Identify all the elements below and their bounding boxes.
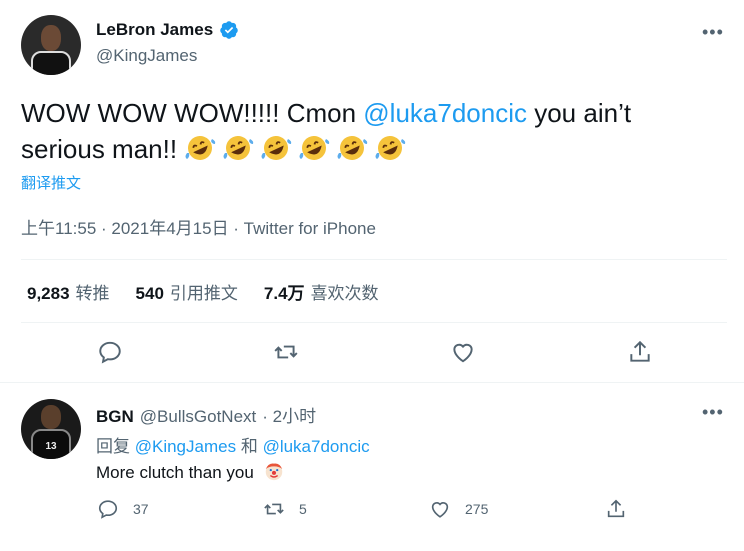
reply-handle[interactable]: @BullsGotNext [140,407,256,427]
reply-avatar-jersey: 13 [31,429,71,459]
reply-avatar[interactable]: 13 [21,399,81,459]
author-name-row: LeBron James [96,20,239,40]
tweet-text-part1: WOW WOW WOW!!!!! Cmon [21,98,364,128]
like-count: 275 [465,501,489,517]
tweet-mention-link[interactable]: @luka7doncic [363,98,527,128]
share-icon [607,499,625,518]
verified-badge-icon [220,21,238,39]
replying-to-mention-luka[interactable]: @luka7doncic [263,437,370,456]
reply-like-button[interactable]: 275 [429,498,488,520]
rolling-on-floor-laughing-icon [261,136,292,160]
retweet-icon [264,503,284,515]
share-button[interactable] [627,339,653,365]
retweet-icon [274,345,298,359]
replying-to-mention-kingjames[interactable]: @KingJames [135,437,236,456]
reply-time[interactable]: · 2小时 [262,402,316,427]
replying-to-and: 和 [240,437,258,456]
rolling-on-floor-laughing-icon [185,136,216,160]
retweet-count: 5 [299,501,307,517]
rolling-on-floor-laughing-icon [299,136,330,160]
stat-retweets[interactable]: 9,283 转推 [27,279,110,304]
reply-display-name[interactable]: BGN [96,407,134,427]
tweet-stats: 9,283 转推 540 引用推文 7.4万 喜欢次数 [27,279,405,304]
rolling-on-floor-laughing-icon [375,136,406,160]
rolling-on-floor-laughing-icon [223,136,254,160]
main-tweet: LeBron James @KingJames ••• WOW WOW WOW!… [0,0,744,384]
replying-to-prefix: 回复 [96,437,130,456]
retweet-button[interactable] [273,339,299,365]
tweet-text: WOW WOW WOW!!!!! Cmon @luka7doncic you a… [21,95,721,167]
stat-likes[interactable]: 7.4万 喜欢次数 [264,279,379,304]
avatar[interactable] [21,15,81,75]
stat-quotes[interactable]: 540 引用推文 [136,279,238,304]
reply-header: BGN @BullsGotNext · 2小时 [96,402,316,427]
like-icon [431,502,449,518]
reply-retweet-button[interactable]: 5 [263,498,307,520]
emoji-row [184,134,412,164]
author-handle[interactable]: @KingJames [96,46,197,66]
like-button[interactable] [450,339,476,365]
share-icon [630,340,650,362]
reply-avatar-face [41,405,61,429]
tweet-separator [0,382,744,383]
reply-more-options-icon[interactable]: ••• [702,402,724,423]
replying-to: 回复 @KingJames 和 @luka7doncic [96,432,370,457]
reply-icon [98,500,118,519]
reply-reply-button[interactable]: 37 [97,498,149,520]
reply-text-body: More clutch than you [96,463,254,482]
clown-face-icon [265,463,282,481]
reply-share-button[interactable] [605,498,627,520]
avatar-face [41,25,61,51]
like-icon [453,343,473,363]
more-options-icon[interactable]: ••• [702,22,724,43]
author-display-name[interactable]: LeBron James [96,20,213,40]
translate-tweet-link[interactable]: 翻译推文 [21,172,81,193]
tweet-meta[interactable]: 上午11:55 · 2021年4月15日 · Twitter for iPhon… [21,214,376,239]
reply-tweet[interactable]: 13 BGN @BullsGotNext · 2小时 ••• 回复 @KingJ… [0,384,744,551]
reply-text: More clutch than you [96,460,285,483]
divider [21,322,727,323]
divider [21,259,727,260]
rolling-on-floor-laughing-icon [337,136,368,160]
reply-icon [99,341,121,364]
reply-count: 37 [133,501,149,517]
reply-button[interactable] [97,339,123,365]
avatar-jersey [31,51,71,75]
